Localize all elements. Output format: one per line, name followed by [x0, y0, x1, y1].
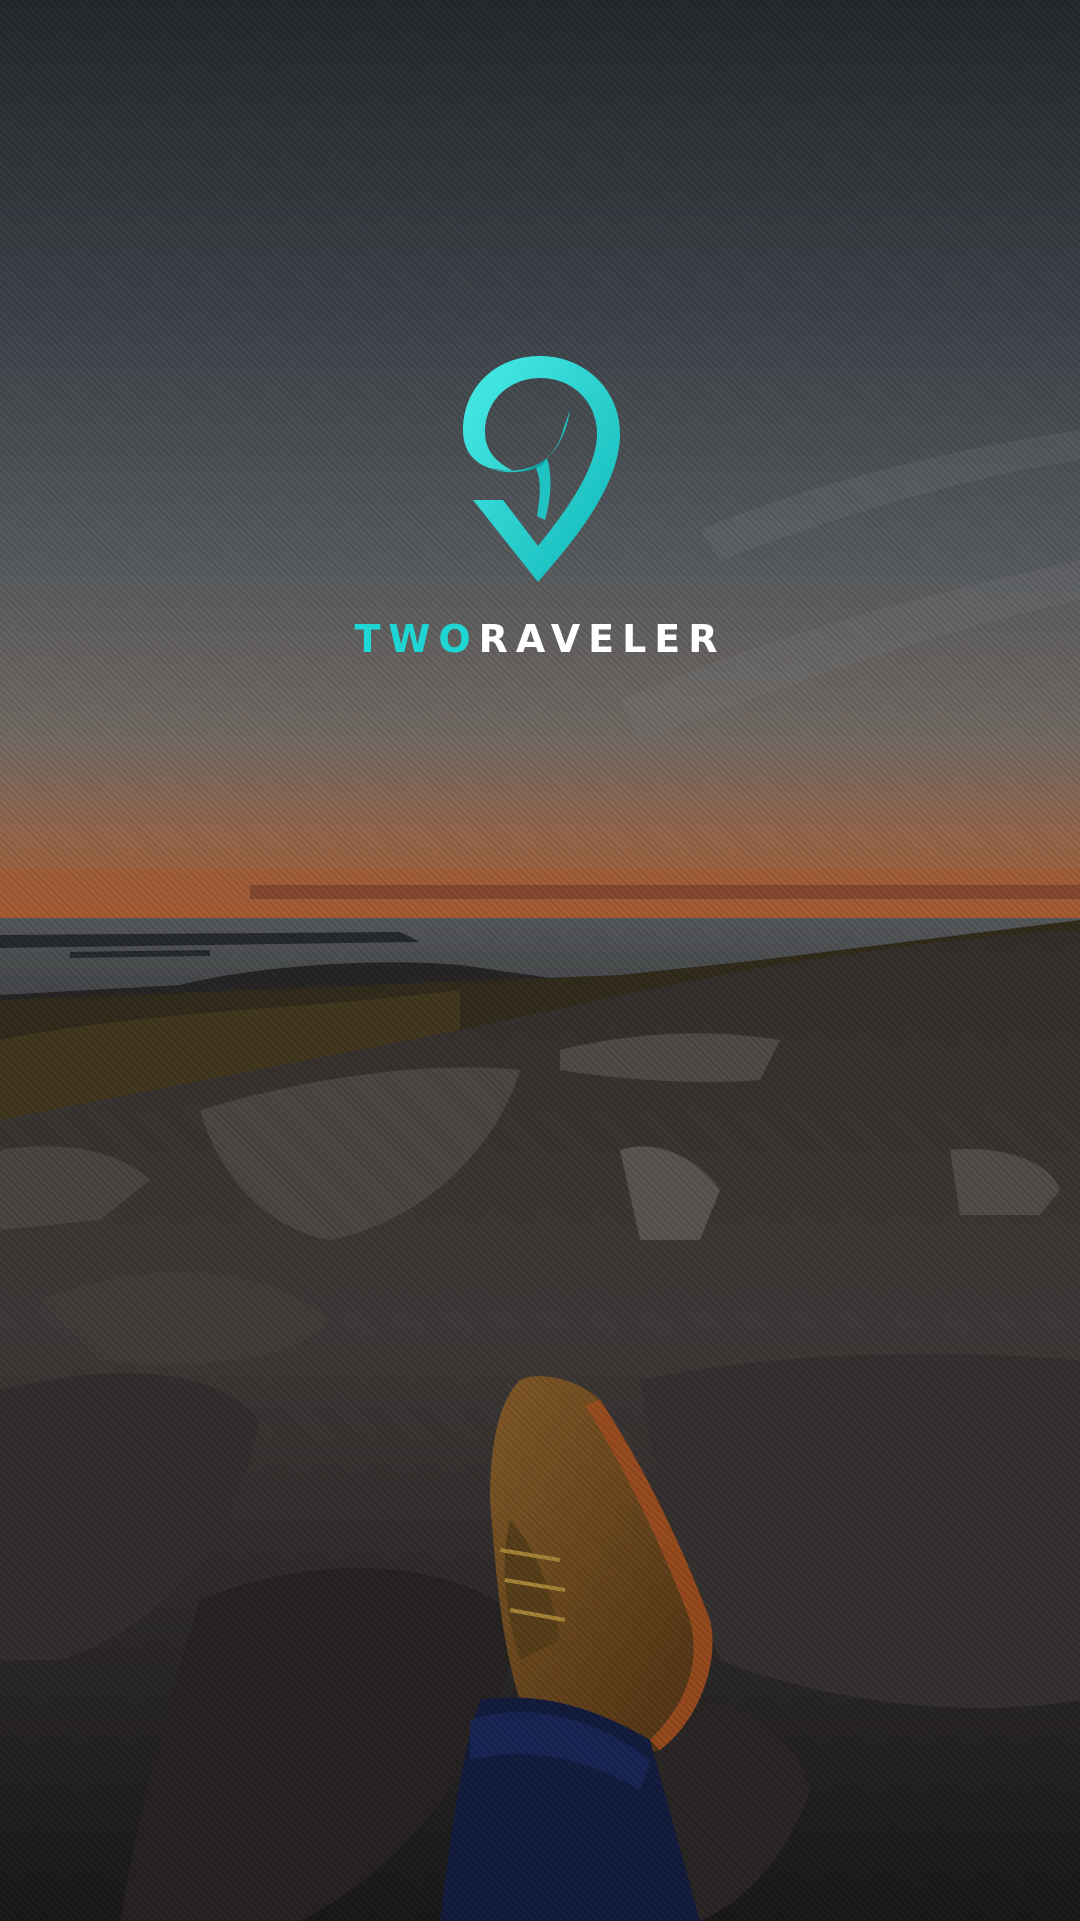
- brand-name-accent: TWO: [354, 617, 479, 661]
- brand-lockup: TWORAVELER: [0, 350, 1080, 658]
- brand-name: TWORAVELER: [0, 620, 1080, 658]
- splash-screen: TWORAVELER: [0, 0, 1080, 1921]
- map-pin-logo-icon: [463, 356, 620, 582]
- background-photo: [0, 0, 1080, 1921]
- brand-name-rest: RAVELER: [478, 617, 726, 661]
